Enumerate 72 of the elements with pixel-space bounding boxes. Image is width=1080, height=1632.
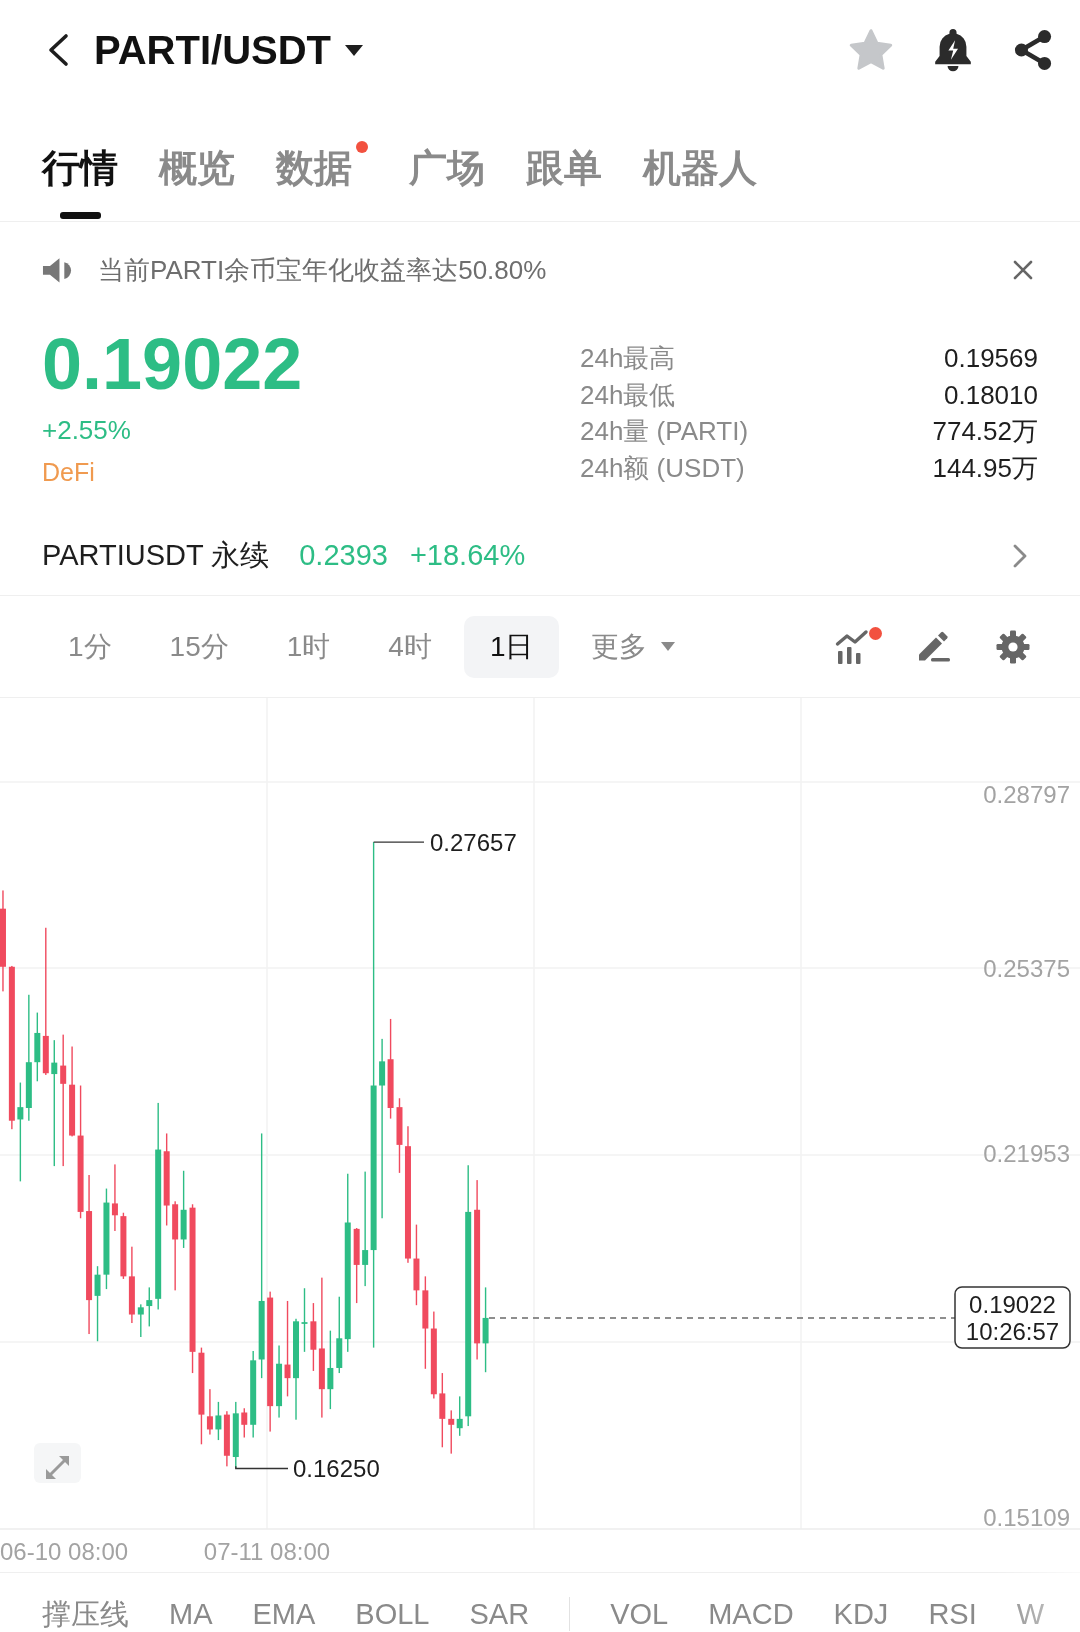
- timeframe-tab[interactable]: 1日: [463, 615, 560, 678]
- close-icon[interactable]: [1013, 260, 1033, 280]
- share-icon[interactable]: [1013, 29, 1053, 71]
- indicator-tab[interactable]: BOLL: [355, 1597, 430, 1631]
- timeframe-tab[interactable]: 1时: [260, 615, 357, 678]
- line-chart-icon[interactable]: [835, 628, 871, 665]
- down-candle: [223, 1411, 230, 1467]
- settings-icon[interactable]: [996, 629, 1030, 664]
- last-price-time: 10:26:57: [965, 1317, 1060, 1345]
- price-axis-label: 0.15109: [983, 1503, 1070, 1531]
- tab[interactable]: 行情: [42, 100, 118, 221]
- pair-selector[interactable]: PARTI/USDT: [94, 30, 364, 70]
- tab[interactable]: 机器人: [643, 100, 757, 221]
- tab-underline: [59, 212, 101, 219]
- leader-line: [235, 1465, 289, 1470]
- stat-label: 24h额 (USDT): [580, 451, 745, 485]
- stat-label: 24h最低: [580, 378, 676, 412]
- up-candle: [137, 1304, 144, 1337]
- indicator-tab[interactable]: KDJ: [833, 1597, 889, 1631]
- stat-value: 0.19569: [944, 342, 1038, 375]
- indicator-tab[interactable]: EMA: [252, 1597, 316, 1631]
- indicator-tab[interactable]: W: [1016, 1597, 1045, 1631]
- timeframe-tab[interactable]: 4时: [362, 615, 458, 678]
- up-candle: [456, 1396, 463, 1436]
- indicator-tab[interactable]: VOL: [610, 1597, 669, 1631]
- timeframe-tab[interactable]: 1分: [42, 615, 138, 678]
- star-icon[interactable]: [849, 29, 893, 71]
- back-icon[interactable]: [46, 33, 70, 67]
- contract-price: 0.2393: [299, 538, 388, 574]
- stat-value: 774.52万: [932, 415, 1038, 449]
- leader-line: [372, 841, 425, 843]
- stat-value: 0.18010: [944, 378, 1038, 412]
- stat-value: 144.95万: [932, 451, 1038, 485]
- price-change: +2.55%: [42, 414, 131, 446]
- time-axis-label: 06-10 08:00: [0, 1537, 129, 1565]
- indicator-tab[interactable]: SAR: [469, 1597, 530, 1631]
- caret-down-icon: [345, 44, 364, 56]
- tab[interactable]: 广场: [409, 100, 485, 221]
- up-candle: [146, 1287, 153, 1327]
- expand-icon[interactable]: [34, 1443, 81, 1483]
- time-axis-label: 07-11 08:00: [203, 1537, 331, 1565]
- tab[interactable]: 跟单: [526, 100, 602, 221]
- pencil-icon[interactable]: [916, 630, 950, 663]
- down-candle: [241, 1408, 248, 1438]
- bell-icon[interactable]: [933, 28, 973, 72]
- down-candle: [448, 1410, 455, 1454]
- price-axis-label: 0.21953: [983, 1139, 1070, 1167]
- last-price-label: 0.19022: [969, 1290, 1056, 1318]
- timeframe-tab[interactable]: 15分: [143, 615, 255, 678]
- up-candle: [34, 1012, 41, 1082]
- contract-change: +18.64%: [409, 538, 526, 574]
- up-candle: [232, 1401, 239, 1469]
- stat-label: 24h量 (PARTI): [580, 415, 749, 449]
- caret-down-icon: [661, 642, 676, 651]
- tab[interactable]: 数据: [276, 100, 368, 221]
- price-axis-label: 0.25375: [983, 954, 1070, 982]
- notice-text: 当前PARTI余币宝年化收益率达50.80%: [98, 253, 547, 287]
- indicator-tab[interactable]: MACD: [708, 1597, 794, 1631]
- tab[interactable]: 概览: [159, 100, 235, 221]
- price-axis-label: 0.28797: [983, 780, 1070, 808]
- low-price-label: 0.16250: [293, 1455, 380, 1482]
- sector-label: DeFi: [42, 457, 95, 488]
- stat-label: 24h最高: [580, 342, 676, 375]
- last-price: 0.19022: [42, 324, 303, 404]
- indicator-tab[interactable]: RSI: [928, 1597, 977, 1631]
- contract-name: PARTIUSDT 永续: [42, 538, 270, 574]
- indicator-tab[interactable]: 撑压线: [42, 1597, 129, 1631]
- high-price-label: 0.27657: [430, 828, 517, 856]
- more-dropdown[interactable]: 更多: [565, 615, 702, 678]
- down-candle: [111, 1164, 118, 1231]
- chevron-right-icon[interactable]: [1012, 543, 1028, 569]
- indicator-tab[interactable]: MA: [169, 1597, 213, 1631]
